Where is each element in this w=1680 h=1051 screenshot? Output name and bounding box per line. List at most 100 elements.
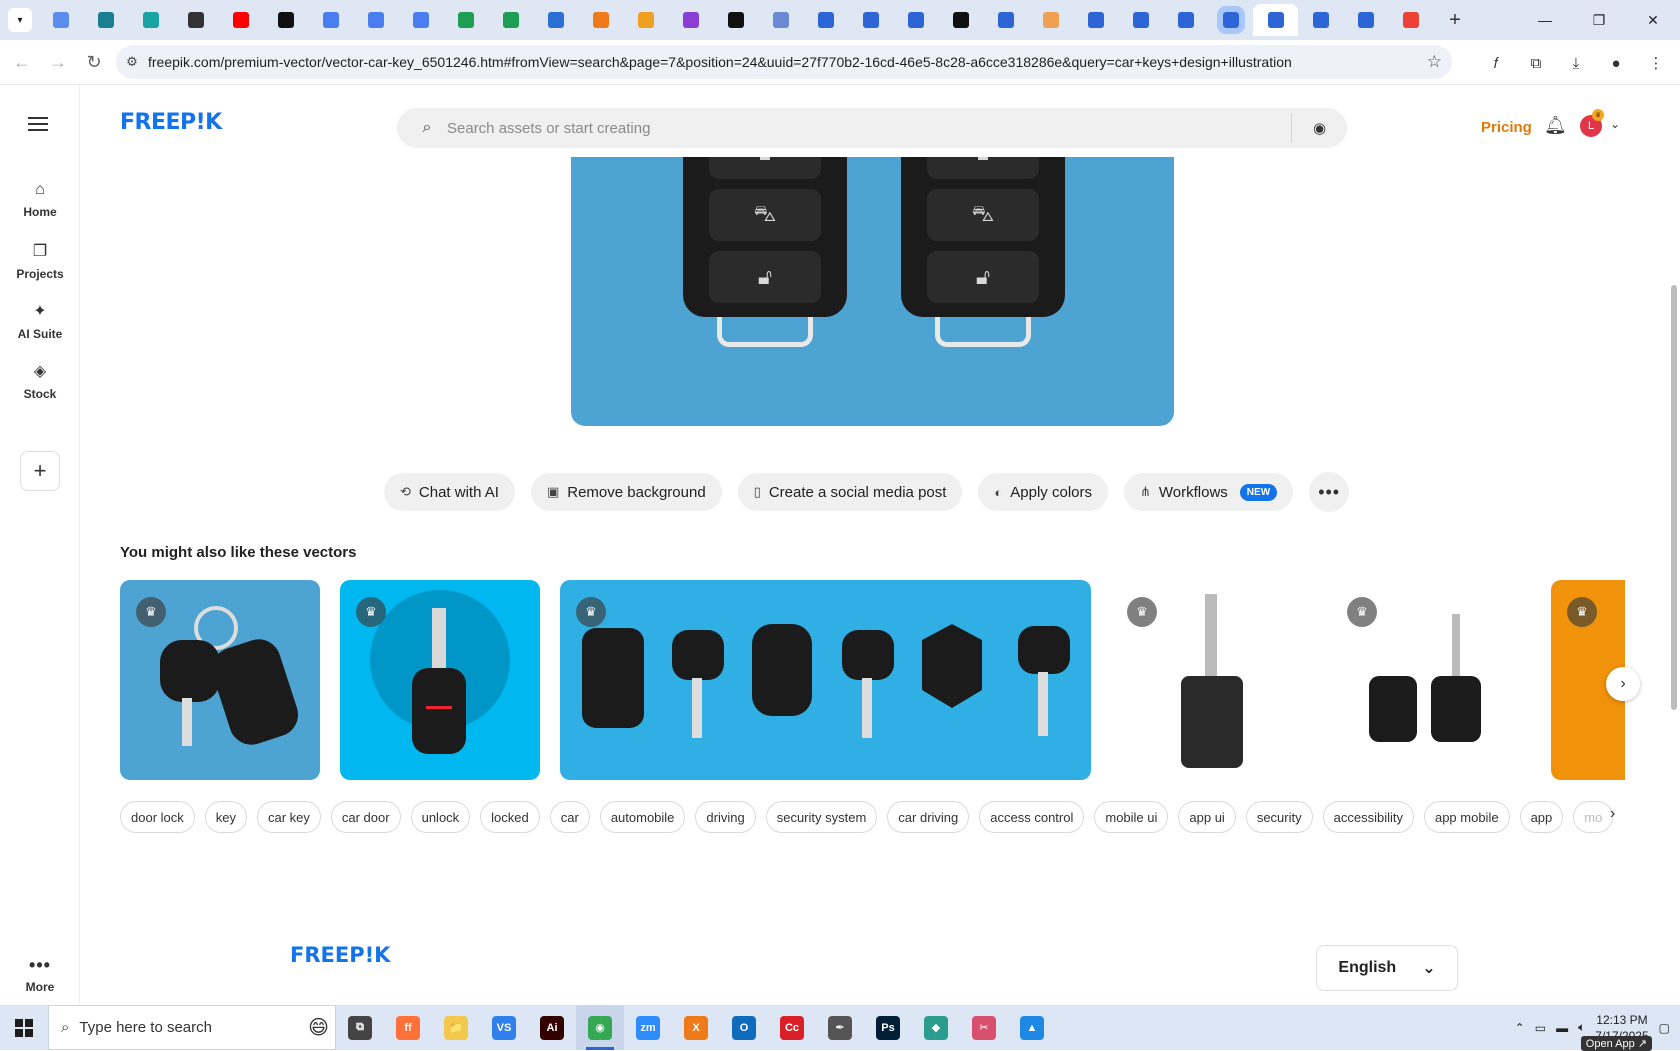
taskbar-app-zoom[interactable]: zm xyxy=(624,1005,672,1050)
taskbar-app-outlook[interactable]: O xyxy=(720,1005,768,1050)
remove-background-button[interactable]: ▣ Remove background xyxy=(530,473,722,511)
minimize-button[interactable]: — xyxy=(1518,0,1572,40)
tab-brackets[interactable] xyxy=(668,4,713,36)
language-selector[interactable]: English ⌄ xyxy=(1316,945,1458,991)
related-card[interactable]: ♛ xyxy=(560,580,1091,780)
tab-xampp[interactable] xyxy=(578,4,623,36)
freepik-logo[interactable]: FREEP!K xyxy=(120,110,222,135)
taskbar-app-taskview[interactable]: ⧉ xyxy=(336,1005,384,1050)
sidebar-item-ai-suite[interactable]: ✦ AI Suite xyxy=(0,301,80,341)
tab-forms-9[interactable] xyxy=(1298,4,1343,36)
tag-chip[interactable]: unlock xyxy=(410,801,471,833)
tag-chip[interactable]: car xyxy=(549,801,590,833)
taskbar-search[interactable]: ⌕ Type here to search 😄 xyxy=(48,1005,336,1050)
url-text[interactable]: freepik.com/premium-vector/vector-car-ke… xyxy=(148,54,1292,70)
browser-menu-icon[interactable]: ⋮ xyxy=(1638,45,1674,81)
tag-chip[interactable]: automobile xyxy=(599,801,686,833)
tab-m[interactable] xyxy=(938,4,983,36)
related-card[interactable]: ♛ xyxy=(120,580,320,780)
taskbar-app-illustrator[interactable]: Ai xyxy=(528,1005,576,1050)
tag-chip[interactable]: security xyxy=(1245,801,1313,833)
tag-chip[interactable]: driving xyxy=(695,801,756,833)
related-card[interactable]: ♛ xyxy=(340,580,540,780)
related-card[interactable]: ♛ xyxy=(1111,580,1311,780)
footer-logo[interactable]: FREEP!K xyxy=(290,943,390,967)
tab-v[interactable] xyxy=(623,4,668,36)
tag-chip[interactable]: locked xyxy=(480,801,540,833)
scrollbar-thumb[interactable] xyxy=(1671,285,1677,710)
tab-forms-4[interactable] xyxy=(983,4,1028,36)
tab-docs-3[interactable] xyxy=(398,4,443,36)
tab-forms-6[interactable] xyxy=(1118,4,1163,36)
tab-forms-2[interactable] xyxy=(848,4,893,36)
taskbar-app-pen-tool[interactable]: ✒ xyxy=(816,1005,864,1050)
tab-hand[interactable] xyxy=(1028,4,1073,36)
tab-google[interactable] xyxy=(1388,4,1433,36)
tab-bolt[interactable] xyxy=(263,4,308,36)
sidebar-item-home[interactable]: ⌂ Home xyxy=(0,181,80,219)
tab-globe[interactable] xyxy=(38,4,83,36)
taskbar-app-app-photos[interactable]: ▲ xyxy=(1008,1005,1056,1050)
taskbar-app-explorer[interactable]: 📁 xyxy=(432,1005,480,1050)
reload-button[interactable]: ↻ xyxy=(76,44,112,80)
tag-chip[interactable]: security system xyxy=(765,801,878,833)
open-app-button[interactable]: Open App ↗ xyxy=(1580,1036,1652,1051)
carousel-next-button[interactable]: › xyxy=(1606,667,1640,701)
sidebar-item-projects[interactable]: ❐ Projects xyxy=(0,241,80,281)
tags-next-arrow-icon[interactable]: › xyxy=(1610,805,1615,823)
tag-chip[interactable]: app mobile xyxy=(1423,801,1510,833)
tab-forms-5[interactable] xyxy=(1073,4,1118,36)
apply-colors-button[interactable]: ◐ Apply colors xyxy=(978,473,1108,511)
tag-chip[interactable]: car door xyxy=(330,801,401,833)
scrollbar[interactable] xyxy=(1668,85,1680,1005)
taskbar-app-chrome[interactable]: ◉ xyxy=(576,1005,624,1050)
tag-chip[interactable]: mobile ui xyxy=(1094,801,1169,833)
taskbar-app-xampp[interactable]: X xyxy=(672,1005,720,1050)
volume-icon[interactable]: 🔈︎ xyxy=(1578,1020,1585,1035)
tab-forms-3[interactable] xyxy=(893,4,938,36)
tab-youtube[interactable] xyxy=(218,4,263,36)
extensions-puzzle-icon[interactable]: ⧉ xyxy=(1518,45,1554,81)
sidebar-item-stock[interactable]: ◈ Stock xyxy=(0,361,80,401)
related-card[interactable]: ♛ xyxy=(1331,580,1531,780)
new-tab-button[interactable]: + xyxy=(1441,6,1469,34)
notifications-icon[interactable]: ▢ xyxy=(1659,1021,1670,1035)
site-info-icon[interactable]: ⚙ xyxy=(116,54,148,70)
tag-chip[interactable]: app xyxy=(1519,801,1564,833)
taskbar-app-snip[interactable]: ✂ xyxy=(960,1005,1008,1050)
tab-arrow[interactable] xyxy=(128,4,173,36)
taskbar-app-photoshop[interactable]: Ps xyxy=(864,1005,912,1050)
tab-docs-1[interactable] xyxy=(308,4,353,36)
tab-vpn[interactable] xyxy=(83,4,128,36)
network-icon[interactable]: ▬ xyxy=(1556,1021,1568,1035)
tab-forms-active[interactable] xyxy=(1253,4,1298,36)
profile-avatar[interactable]: ● xyxy=(1598,45,1634,81)
tab-forms-7[interactable] xyxy=(1163,4,1208,36)
tray-chevron-icon[interactable]: ⌃ xyxy=(1515,1021,1525,1035)
taskbar-app-firefox[interactable]: ff xyxy=(384,1005,432,1050)
tab-forms-8[interactable] xyxy=(1208,4,1253,36)
chevron-down-icon[interactable]: ⌄ xyxy=(1610,117,1620,131)
chat-with-ai-button[interactable]: ⟲ Chat with AI xyxy=(384,473,515,511)
tab-grid[interactable] xyxy=(758,4,803,36)
more-options-button[interactable]: ••• xyxy=(1309,472,1350,512)
bookmark-star-icon[interactable]: ☆ xyxy=(1427,52,1442,72)
extension-icon[interactable]: 𝑓 xyxy=(1478,45,1514,81)
tab-openai[interactable] xyxy=(173,4,218,36)
tag-chip[interactable]: car key xyxy=(256,801,321,833)
restore-button[interactable]: ❐ xyxy=(1572,0,1626,40)
tag-chip[interactable]: mo xyxy=(1573,801,1614,833)
tab-forms-10[interactable] xyxy=(1343,4,1388,36)
tray-display-icon[interactable]: ▭ xyxy=(1535,1021,1546,1035)
tag-chip[interactable]: car driving xyxy=(887,801,970,833)
forward-button[interactable]: → xyxy=(40,44,76,80)
sidebar-item-more[interactable]: ••• More xyxy=(0,955,80,994)
add-button[interactable]: + xyxy=(20,451,60,491)
tab-word[interactable] xyxy=(533,4,578,36)
close-window-button[interactable]: ✕ xyxy=(1626,0,1680,40)
tag-chip[interactable]: app ui xyxy=(1178,801,1236,833)
create-a-social-media-post-button[interactable]: ▯ Create a social media post xyxy=(737,473,963,511)
tab-docs-2[interactable] xyxy=(353,4,398,36)
taskbar-app-vscode[interactable]: VS xyxy=(480,1005,528,1050)
camera-search-icon[interactable]: ◉ xyxy=(1291,113,1347,143)
